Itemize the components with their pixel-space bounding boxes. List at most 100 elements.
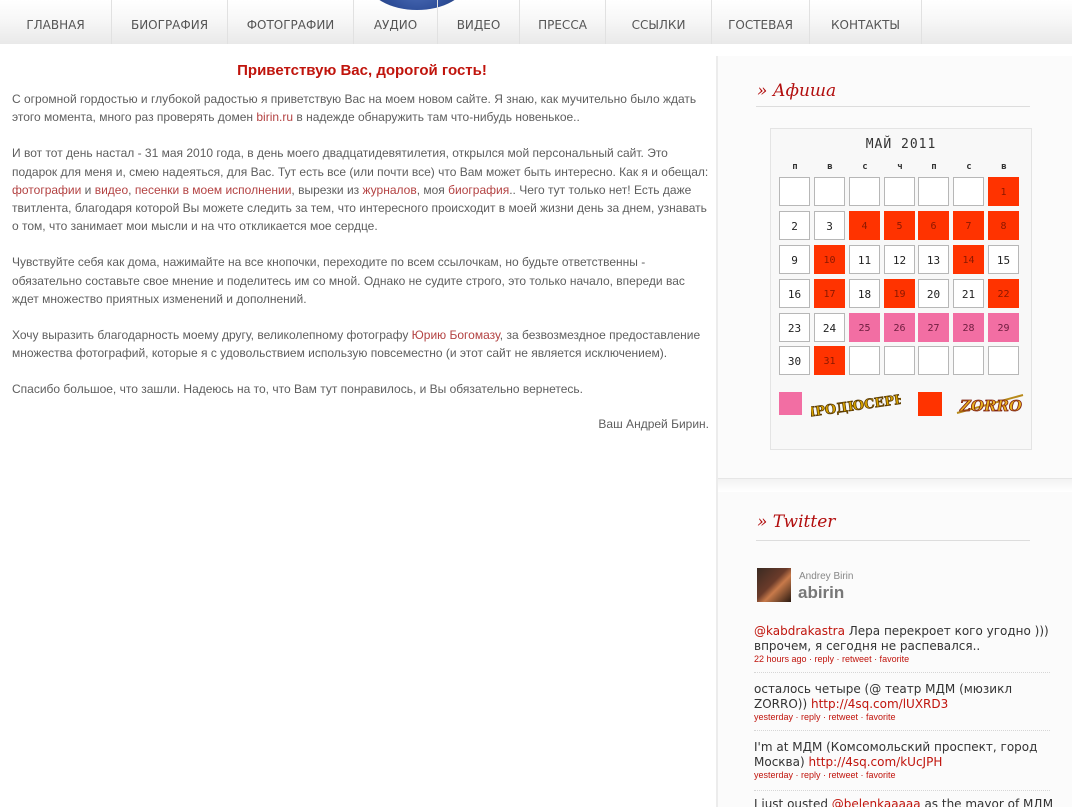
photographer-link[interactable]: Юрию Богомазу [412, 328, 500, 342]
tweet-item: I'm at МДМ (Комсомольский проспект, горо… [754, 740, 1054, 781]
tweet-url-link[interactable]: http://4sq.com/lUXRD3 [811, 697, 948, 711]
video-link[interactable]: видео [95, 183, 128, 197]
tweet-time[interactable]: yesterday [754, 770, 793, 780]
calendar-day-20[interactable]: 20 [918, 279, 949, 308]
calendar-day-14[interactable]: 14 [953, 245, 984, 274]
calendar-day-7[interactable]: 7 [953, 211, 984, 240]
calendar-empty-cell [814, 177, 845, 206]
calendar-day-18[interactable]: 18 [849, 279, 880, 308]
calendar-day-21[interactable]: 21 [953, 279, 984, 308]
tweet-separator [754, 790, 1050, 791]
photos-link[interactable]: фотографии [12, 183, 81, 197]
tweet-item: осталось четыре (@ театр МДМ (мюзикл ZOR… [754, 682, 1054, 723]
nav-item-audio[interactable]: АУДИО [354, 0, 438, 44]
calendar-day-15[interactable]: 15 [988, 245, 1019, 274]
tweet-mention-link[interactable]: @kabdrakastra [754, 624, 845, 638]
calendar-day-11[interactable]: 11 [849, 245, 880, 274]
calendar-day-30[interactable]: 30 [779, 346, 810, 375]
twitter-avatar[interactable] [757, 568, 791, 602]
journals-link[interactable]: журналов [363, 183, 417, 197]
tweet-meta: 22 hours ago · reply · retweet · favorit… [754, 654, 1054, 665]
calendar-day-4[interactable]: 4 [849, 211, 880, 240]
calendar-day-27[interactable]: 27 [918, 313, 949, 342]
nav-item-guestbook[interactable]: ГОСТЕВАЯ [712, 0, 810, 44]
calendar-day-13[interactable]: 13 [918, 245, 949, 274]
twitter-title: » Twitter [757, 512, 836, 532]
calendar-day-23[interactable]: 23 [779, 313, 810, 342]
calendar-day-31[interactable]: 31 [814, 346, 845, 375]
main-content: Приветствую Вас, дорогой гость! С огромн… [12, 62, 712, 431]
calendar-day-25[interactable]: 25 [849, 313, 880, 342]
text-segment: Хочу выразить благодарность моему другу,… [12, 328, 412, 343]
calendar-month-label: МАЙ 2011 [865, 137, 937, 152]
calendar-empty-cell [918, 346, 949, 375]
text-segment: , моя [416, 182, 449, 197]
calendar-day-16[interactable]: 16 [779, 279, 810, 308]
text-segment: , [128, 182, 135, 197]
tweet-meta: yesterday · reply · retweet · favorite [754, 712, 1054, 723]
calendar-weekday-label: п [931, 162, 937, 172]
songs-link[interactable]: песенки в моем исполнении [135, 183, 292, 197]
calendar-day-9[interactable]: 9 [779, 245, 810, 274]
nav-item-contacts[interactable]: КОНТАКТЫ [810, 0, 922, 44]
calendar-day-6[interactable]: 6 [918, 211, 949, 240]
legend-pink-swatch [779, 392, 802, 415]
top-navigation: ГЛАВНАЯ БИОГРАФИЯ ФОТОГРАФИИ АУДИО ВИДЕО… [0, 0, 1072, 44]
producers-logo[interactable]: ПРОДЮСЕРЫ [811, 391, 901, 417]
biography-link[interactable]: биография [448, 183, 509, 197]
calendar-day-29[interactable]: 29 [988, 313, 1019, 342]
signature: Ваш Андрей Бирин. [598, 416, 709, 431]
paragraph-thanks: Хочу выразить благодарность моему другу,… [12, 326, 709, 362]
calendar-empty-cell [918, 177, 949, 206]
tweet-actions[interactable]: · reply · retweet · favorite [807, 654, 909, 664]
calendar-empty-cell [779, 177, 810, 206]
calendar-day-5[interactable]: 5 [884, 211, 915, 240]
tweet-item: I just ousted @belenkaaaaa as the mayor … [754, 797, 1054, 807]
calendar-day-26[interactable]: 26 [884, 313, 915, 342]
calendar-day-12[interactable]: 12 [884, 245, 915, 274]
nav-item-links[interactable]: ССЫЛКИ [606, 0, 712, 44]
nav-item-photos[interactable]: ФОТОГРАФИИ [228, 0, 354, 44]
twitter-handle[interactable]: abirin [798, 583, 844, 603]
twitter-display-name: Andrey Birin [799, 571, 854, 582]
calendar-day-3[interactable]: 3 [814, 211, 845, 240]
paragraph-goodbye: Спасибо большое, что зашли. Надеюсь на т… [12, 382, 583, 397]
tweet-time[interactable]: 22 hours ago [754, 654, 807, 664]
nav-item-biography[interactable]: БИОГРАФИЯ [112, 0, 228, 44]
afisha-title: » Афиша [757, 81, 837, 101]
tweet-mention-link[interactable]: @belenkaaaaa [832, 797, 921, 807]
calendar-day-10[interactable]: 10 [814, 245, 845, 274]
zorro-logo[interactable]: ZORRO [953, 387, 1027, 421]
calendar-empty-cell [953, 177, 984, 206]
paragraph-launch: И вот тот день настал - 31 мая 2010 года… [12, 144, 709, 235]
sidebar-section-separator [718, 478, 1072, 492]
zorro-logo-text: ZORRO [959, 397, 1022, 415]
tweet-actions[interactable]: · reply · retweet · favorite [793, 770, 896, 780]
calendar-weekday-label: с [966, 162, 972, 172]
calendar-weekday-label: ч [897, 162, 903, 172]
tweet-time[interactable]: yesterday [754, 712, 793, 722]
calendar-day-28[interactable]: 28 [953, 313, 984, 342]
calendar-day-1[interactable]: 1 [988, 177, 1019, 206]
calendar-day-24[interactable]: 24 [814, 313, 845, 342]
paragraph-welcome: С огромной гордостью и глубокой радостью… [12, 90, 709, 126]
calendar-day-19[interactable]: 19 [884, 279, 915, 308]
tweet-url-link[interactable]: http://4sq.com/kUcJPH [808, 755, 942, 769]
calendar-empty-cell [849, 177, 880, 206]
nav-item-home[interactable]: ГЛАВНАЯ [0, 0, 112, 44]
tweet-separator [754, 730, 1050, 731]
calendar-empty-cell [953, 346, 984, 375]
calendar-day-17[interactable]: 17 [814, 279, 845, 308]
tweet-actions[interactable]: · reply · retweet · favorite [793, 712, 896, 722]
paragraph-feel-at-home: Чувствуйте себя как дома, нажимайте на в… [12, 255, 685, 306]
calendar-weekday-label: п [792, 162, 798, 172]
calendar-day-22[interactable]: 22 [988, 279, 1019, 308]
domain-link[interactable]: birin.ru [256, 110, 293, 124]
calendar-day-8[interactable]: 8 [988, 211, 1019, 240]
tweet-meta: yesterday · reply · retweet · favorite [754, 770, 1054, 781]
nav-item-video[interactable]: ВИДЕО [438, 0, 520, 44]
calendar-empty-cell [849, 346, 880, 375]
tweet-text: I just ousted [754, 797, 832, 807]
nav-item-press[interactable]: ПРЕССА [520, 0, 606, 44]
calendar-day-2[interactable]: 2 [779, 211, 810, 240]
